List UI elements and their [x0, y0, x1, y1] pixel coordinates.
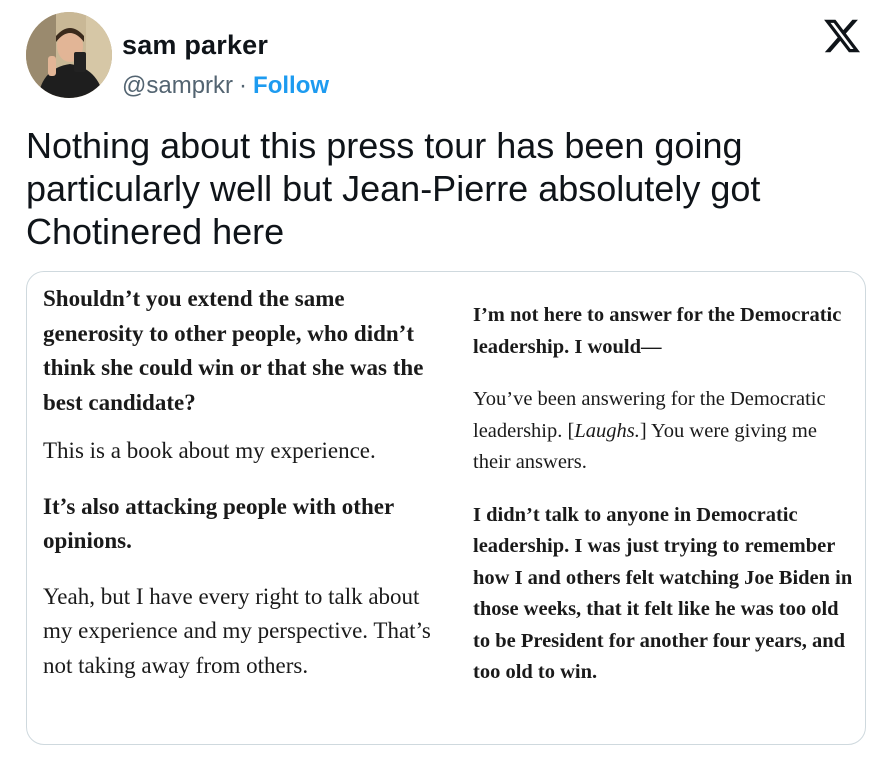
- interview-answer: You’ve been answering for the Democratic…: [473, 388, 826, 473]
- excerpt-left-column: Shouldn’t you extend the same generosity…: [43, 282, 443, 683]
- x-logo-icon[interactable]: [822, 16, 862, 56]
- stage-direction: Laughs.: [574, 419, 640, 442]
- interview-answer: This is a book about my experience.: [43, 438, 376, 463]
- avatar[interactable]: [26, 12, 112, 98]
- interview-question: Shouldn’t you extend the same generosity…: [43, 286, 424, 415]
- author-name[interactable]: sam parker: [122, 30, 268, 61]
- excerpt-right-column: I’m not here to answer for the Democrati…: [473, 272, 853, 689]
- interview-question: I’m not here to answer for the Democrati…: [473, 304, 842, 358]
- image-card[interactable]: Shouldn’t you extend the same generosity…: [26, 271, 866, 745]
- interview-question: I didn’t talk to anyone in Democratic le…: [473, 503, 853, 684]
- separator-dot: ·: [239, 72, 248, 99]
- interview-question: It’s also attacking people with other op…: [43, 493, 394, 554]
- author-handle-row: @samprkr · Follow: [122, 72, 329, 100]
- author-handle[interactable]: @samprkr: [122, 72, 233, 99]
- interview-answer: Yeah, but I have every right to talk abo…: [43, 583, 431, 678]
- follow-button[interactable]: Follow: [253, 72, 329, 99]
- tweet-text: Nothing about this press tour has been g…: [26, 125, 761, 252]
- cropped-text-edge: [473, 272, 853, 276]
- tweet-header: sam parker @samprkr · Follow: [26, 12, 866, 104]
